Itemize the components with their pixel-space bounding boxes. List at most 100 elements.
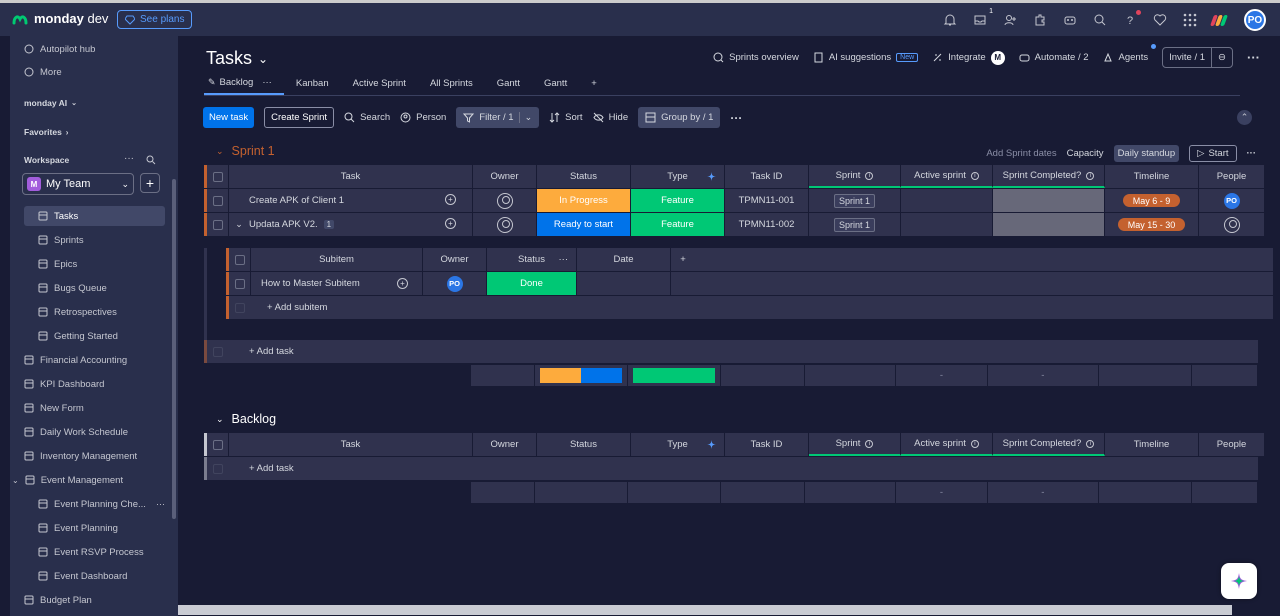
sidebar-scrollbar[interactable] bbox=[172, 179, 176, 519]
sidebar-item[interactable]: Epics bbox=[24, 254, 165, 274]
person-filter-button[interactable]: Person bbox=[400, 112, 446, 123]
copy-link-icon[interactable]: ⊖ bbox=[1211, 48, 1232, 67]
hide-button[interactable]: Hide bbox=[593, 112, 628, 123]
group-header[interactable]: ⌄ Sprint 1 bbox=[216, 144, 275, 158]
sidebar-item[interactable]: Sprints bbox=[24, 230, 165, 250]
info-icon[interactable]: i bbox=[970, 439, 979, 448]
group-header[interactable]: ⌄ Backlog bbox=[216, 412, 276, 426]
filter-button[interactable]: Filter / 1 ⌄ bbox=[456, 107, 540, 128]
bell-icon[interactable] bbox=[942, 12, 958, 28]
monday-logo[interactable]: monday dev bbox=[12, 11, 108, 26]
column-more-icon[interactable]: ··· bbox=[559, 254, 569, 265]
column-header[interactable]: Timeline bbox=[1105, 433, 1199, 456]
sidebar-item-more[interactable]: More bbox=[24, 62, 178, 82]
grid-menu-icon[interactable] bbox=[1182, 12, 1198, 28]
sidebar-item[interactable]: Event RSVP Process bbox=[24, 542, 165, 562]
search-icon[interactable] bbox=[1092, 12, 1108, 28]
column-header[interactable]: Owner bbox=[473, 433, 537, 456]
column-header[interactable]: Task ID bbox=[725, 433, 809, 456]
subitem-date-cell[interactable] bbox=[577, 272, 671, 295]
workspace-search-icon[interactable] bbox=[146, 155, 156, 165]
task-id-cell[interactable]: TPMN11-002 bbox=[725, 213, 809, 236]
column-header[interactable]: Status bbox=[537, 165, 631, 188]
group-more-icon[interactable]: ··· bbox=[1247, 148, 1257, 159]
add-update-icon[interactable]: + bbox=[397, 278, 408, 289]
status-cell[interactable]: In Progress bbox=[537, 189, 631, 212]
add-task-label[interactable]: + Add task bbox=[229, 340, 294, 363]
inbox-icon[interactable]: 1 bbox=[972, 8, 993, 28]
sidebar-item[interactable]: ⌄ Event Management bbox=[10, 470, 165, 490]
apps-puzzle-icon[interactable] bbox=[1032, 12, 1048, 28]
active-sprint-cell[interactable] bbox=[901, 213, 993, 236]
column-header[interactable]: People bbox=[1199, 433, 1265, 456]
column-header[interactable]: Type bbox=[631, 433, 725, 456]
filter-chevron-icon[interactable]: ⌄ bbox=[518, 112, 532, 123]
ai-suggestions-button[interactable]: AI suggestions New bbox=[813, 52, 919, 63]
row-checkbox[interactable] bbox=[207, 189, 229, 212]
status-summary-bar[interactable] bbox=[580, 368, 622, 383]
horizontal-scrollbar[interactable] bbox=[178, 605, 1232, 615]
column-header[interactable]: Type bbox=[631, 165, 725, 188]
add-update-icon[interactable]: + bbox=[445, 218, 456, 229]
column-header[interactable]: Task bbox=[229, 433, 473, 456]
add-workspace-item-button[interactable]: + bbox=[140, 173, 160, 193]
info-icon[interactable]: i bbox=[865, 439, 874, 448]
add-view-button[interactable]: + bbox=[579, 72, 609, 95]
item-more-icon[interactable]: ··· bbox=[156, 499, 165, 509]
automate-button[interactable]: Automate / 2 bbox=[1019, 52, 1089, 63]
add-update-icon[interactable]: + bbox=[445, 194, 456, 205]
sidebar-item[interactable]: Budget Plan bbox=[10, 590, 165, 610]
sidebar-item[interactable]: Retrospectives bbox=[24, 302, 165, 322]
invite-members-icon[interactable] bbox=[1002, 12, 1018, 28]
subitem-owner-cell[interactable]: PO bbox=[423, 272, 487, 295]
see-plans-button[interactable]: See plans bbox=[117, 10, 193, 29]
select-all-checkbox[interactable] bbox=[207, 165, 229, 188]
people-cell[interactable] bbox=[1199, 213, 1265, 236]
add-task-row[interactable]: + Add task bbox=[204, 340, 1258, 363]
people-cell[interactable]: PO bbox=[1199, 189, 1265, 212]
column-header[interactable]: Sprint Completed? i bbox=[993, 165, 1105, 188]
info-icon[interactable]: i bbox=[1086, 439, 1095, 448]
heart-hand-icon[interactable] bbox=[1152, 12, 1168, 28]
sidebar-item[interactable]: Daily Work Schedule bbox=[10, 422, 165, 442]
tab-kanban[interactable]: Kanban bbox=[284, 72, 341, 95]
column-header[interactable]: Owner bbox=[473, 165, 537, 188]
chevron-down-icon[interactable]: ⌄ bbox=[229, 219, 249, 230]
subitem-column-header[interactable]: Subitem bbox=[251, 248, 423, 271]
create-sprint-button[interactable]: Create Sprint bbox=[264, 107, 335, 128]
start-sprint-button[interactable]: ▷ Start bbox=[1189, 145, 1237, 162]
sidebar-item[interactable]: Event Planning bbox=[24, 518, 165, 538]
integrate-button[interactable]: Integrate M bbox=[932, 50, 1005, 65]
sidebar-item[interactable]: Financial Accounting bbox=[10, 350, 165, 370]
tab-all-sprints[interactable]: All Sprints bbox=[418, 72, 485, 95]
row-checkbox[interactable] bbox=[207, 213, 229, 236]
owner-cell[interactable] bbox=[473, 189, 537, 212]
invite-button[interactable]: Invite / 1 ⊖ bbox=[1162, 47, 1233, 68]
page-title-wrap[interactable]: Tasks ⌄ bbox=[206, 48, 268, 69]
subitem-name-cell[interactable]: How to Master Subitem + bbox=[251, 272, 423, 295]
ai-assistant-button[interactable] bbox=[1221, 563, 1257, 599]
subitem-checkbox[interactable] bbox=[229, 272, 251, 295]
monday-account-icon[interactable] bbox=[1209, 14, 1230, 26]
toolbar-more-icon[interactable]: ··· bbox=[730, 111, 742, 125]
add-task-row[interactable]: + Add task bbox=[204, 457, 1258, 480]
column-header[interactable]: Sprint Completed? i bbox=[993, 433, 1105, 456]
sprint-cell[interactable]: Sprint 1 bbox=[809, 213, 901, 236]
tab-gantt[interactable]: Gantt bbox=[532, 72, 579, 95]
sidebar-item[interactable]: Bugs Queue bbox=[24, 278, 165, 298]
subitem-count[interactable]: 1 bbox=[323, 220, 335, 229]
timeline-cell[interactable]: May 15 - 30 bbox=[1105, 213, 1199, 236]
tab-active-sprint[interactable]: Active Sprint bbox=[341, 72, 418, 95]
status-summary-bar[interactable] bbox=[539, 368, 581, 383]
column-header[interactable]: Active sprint i bbox=[901, 165, 993, 188]
sidebar-item[interactable]: Tasks bbox=[24, 206, 165, 226]
active-sprint-cell[interactable] bbox=[901, 189, 993, 212]
table-row[interactable]: Create APK of Client 1 + In Progress Featur… bbox=[204, 189, 1265, 212]
info-icon[interactable]: i bbox=[970, 171, 979, 180]
column-header[interactable]: Timeline bbox=[1105, 165, 1199, 188]
column-header[interactable]: People bbox=[1199, 165, 1265, 188]
task-cell[interactable]: Create APK of Client 1 + bbox=[229, 189, 473, 212]
add-subitem-row[interactable]: + Add subitem bbox=[226, 296, 1273, 319]
sidebar-item[interactable]: Getting Started bbox=[24, 326, 165, 346]
help-icon[interactable]: ? bbox=[1122, 10, 1141, 28]
